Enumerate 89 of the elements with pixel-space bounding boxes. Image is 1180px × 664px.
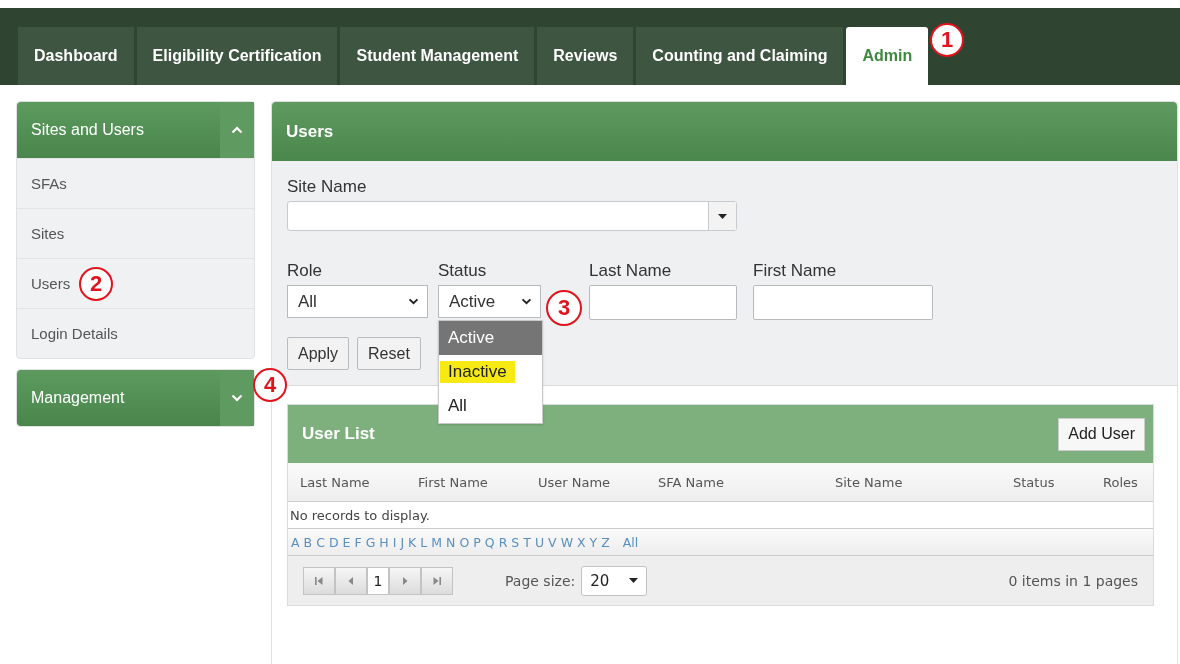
sidebar-item[interactable]: Users 2 (17, 258, 254, 308)
column-header[interactable]: Last Name (288, 474, 406, 490)
alphabet-link[interactable]: H (379, 534, 389, 550)
sidebar-section-header[interactable]: Management (17, 370, 254, 426)
alphabet-link[interactable]: X (577, 534, 586, 550)
section-title: Management (31, 389, 125, 407)
alphabet-link[interactable]: G (365, 534, 376, 550)
add-user-button[interactable]: Add User (1058, 417, 1145, 451)
alphabet-link[interactable]: E (342, 534, 351, 550)
nav-tab[interactable]: Reviews (537, 27, 634, 85)
alphabet-link[interactable]: S (511, 534, 520, 550)
dropdown-option[interactable]: Inactive (439, 355, 542, 389)
column-header[interactable]: Status (1001, 474, 1091, 490)
alphabet-link[interactable]: K (408, 534, 417, 550)
site-name-combobox[interactable] (287, 201, 737, 231)
column-header[interactable]: SFA Name (646, 474, 823, 490)
alphabet-link[interactable]: O (459, 534, 470, 550)
input-field[interactable] (753, 285, 933, 320)
page-size-select[interactable]: 20 (581, 565, 648, 596)
column-header[interactable]: Roles (1091, 474, 1153, 490)
caret-down-icon (718, 213, 727, 219)
callout-marker: 1 (930, 23, 965, 57)
sidebar-item[interactable]: Login Details (17, 308, 254, 358)
dropdown-option[interactable]: Active (439, 321, 542, 355)
last-page-icon (432, 575, 442, 586)
chevron-down-icon (521, 298, 532, 305)
empty-message: No records to display. (290, 507, 430, 523)
dropdown-select[interactable]: All (287, 285, 428, 318)
nav-tab[interactable]: Counting and Claiming (636, 27, 844, 85)
alphabet-link[interactable]: J (400, 534, 405, 550)
alphabet-link[interactable]: Y (589, 534, 598, 550)
previous-page-icon (346, 575, 356, 586)
filter-button[interactable]: Apply (287, 337, 350, 370)
column-header[interactable]: First Name (406, 474, 526, 490)
highlighted-text: Inactive (440, 361, 515, 383)
first-page-button[interactable] (303, 566, 335, 595)
callout-marker: 4 (253, 368, 287, 402)
filter-button[interactable]: Reset (357, 337, 421, 370)
column-header[interactable]: Site Name (823, 474, 1001, 490)
alphabet-link[interactable]: All (622, 534, 639, 550)
alphabet-link[interactable]: Z (601, 534, 610, 550)
alphabet-link[interactable]: W (560, 534, 573, 550)
alphabet-link[interactable]: V (548, 534, 557, 550)
alphabet-link[interactable]: R (498, 534, 508, 550)
input-field[interactable] (589, 285, 737, 320)
field-label: First Name (753, 261, 838, 281)
alphabet-link[interactable]: Q (484, 534, 495, 550)
items-summary: 0 items in 1 pages (1008, 572, 1138, 589)
alphabet-link[interactable]: D (328, 534, 339, 550)
next-page-button[interactable] (389, 566, 421, 595)
callout-marker: 2 (79, 267, 113, 301)
caret-down-icon (629, 578, 639, 583)
page-size-label: Page size: (505, 572, 576, 589)
page-number[interactable]: 1 (367, 566, 389, 595)
alphabet-link[interactable]: T (523, 534, 531, 550)
alphabet-link[interactable]: A (291, 534, 300, 550)
alphabet-link[interactable]: P (473, 534, 481, 550)
field-label: Last Name (589, 261, 673, 281)
next-page-icon (400, 575, 410, 586)
sidebar-item[interactable]: SFAs (17, 158, 254, 208)
alphabet-link[interactable]: F (354, 534, 362, 550)
alphabet-link[interactable]: M (431, 534, 443, 550)
last-page-button[interactable] (421, 566, 453, 595)
chevron-up-icon (231, 126, 243, 134)
alphabet-link[interactable]: L (420, 534, 428, 550)
column-header[interactable]: User Name (526, 474, 646, 490)
alphabet-link[interactable]: B (303, 534, 313, 550)
chevron-down-icon (408, 298, 419, 305)
dropdown-option[interactable]: All (439, 389, 542, 423)
nav-tab[interactable]: Student Management (340, 27, 535, 85)
dropdown-select[interactable]: Active (438, 285, 541, 318)
nav-tab[interactable]: Eligibility Certification (136, 27, 338, 85)
grid-title: User List (302, 424, 375, 444)
panel-header: Users (272, 102, 1177, 161)
previous-page-button[interactable] (335, 566, 367, 595)
field-label: Site Name (287, 177, 368, 197)
field-label: Status (438, 261, 488, 281)
nav-tab[interactable]: Dashboard (18, 27, 134, 85)
alphabet-link[interactable]: C (316, 534, 325, 550)
callout-marker: 3 (546, 290, 582, 326)
alphabet-link[interactable]: U (534, 534, 545, 550)
chevron-down-icon (231, 394, 243, 402)
section-title: Sites and Users (31, 121, 144, 139)
alphabet-link[interactable]: N (446, 534, 456, 550)
field-label: Role (287, 261, 323, 281)
first-page-icon (314, 575, 324, 586)
alphabet-link[interactable]: I (392, 534, 397, 550)
sidebar-section-header[interactable]: Sites and Users (17, 102, 254, 158)
sidebar-item[interactable]: Sites (17, 208, 254, 258)
